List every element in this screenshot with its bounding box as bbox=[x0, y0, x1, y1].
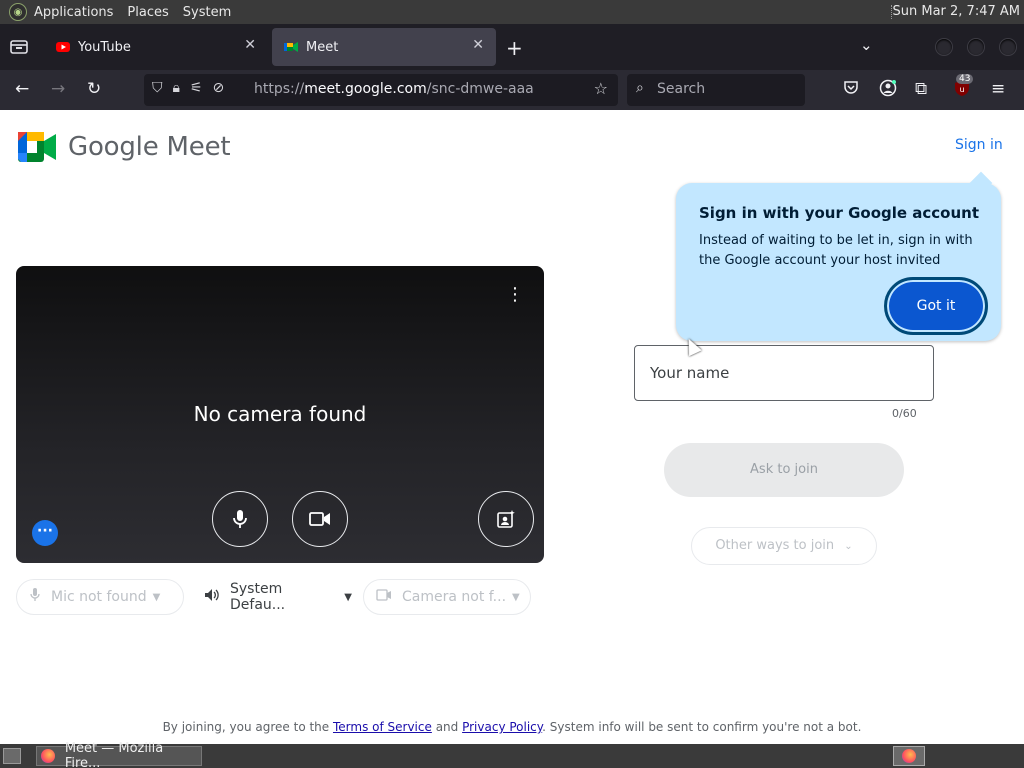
lock-icon[interactable]: 🔒︎ bbox=[173, 80, 180, 96]
bookmark-star-icon[interactable]: ☆ bbox=[594, 79, 608, 98]
tracking-shield-icon[interactable]: ⛉ bbox=[152, 80, 163, 96]
sign-in-link[interactable]: Sign in bbox=[955, 137, 1003, 153]
menu-applications[interactable]: Applications bbox=[34, 5, 113, 20]
show-desktop-icon[interactable] bbox=[3, 748, 21, 764]
menu-system[interactable]: System bbox=[183, 5, 231, 20]
tooltip-title: Sign in with your Google account bbox=[699, 204, 980, 222]
camera-label: Camera not f... bbox=[402, 589, 507, 605]
url-path: /snc-dmwe-aaa bbox=[426, 81, 534, 97]
brand-wordmark: Google Meet bbox=[68, 132, 231, 162]
firefox-icon bbox=[902, 749, 916, 763]
tab-meet[interactable]: Meet ✕ bbox=[272, 28, 496, 66]
footer-and: and bbox=[431, 720, 463, 734]
no-camera-message: No camera found bbox=[193, 402, 367, 426]
reload-icon[interactable]: ↻ bbox=[87, 79, 101, 99]
legal-footer: By joining, you agree to the Terms of Se… bbox=[0, 720, 1024, 734]
pocket-icon[interactable] bbox=[843, 79, 859, 100]
speaker-select[interactable]: System Defau... ▼ bbox=[192, 579, 352, 615]
google-meet-icon bbox=[284, 42, 298, 52]
menu-places[interactable]: Places bbox=[127, 5, 168, 20]
camera-blocked-icon[interactable]: ⊘ bbox=[213, 80, 225, 96]
firefox-icon bbox=[41, 749, 55, 763]
got-it-button[interactable]: Got it bbox=[884, 277, 988, 335]
ask-to-join-button[interactable]: Ask to join bbox=[664, 443, 904, 497]
google-meet-logo[interactable]: Google Meet bbox=[18, 132, 231, 162]
back-arrow-icon[interactable]: ← bbox=[15, 79, 29, 99]
account-icon[interactable] bbox=[879, 79, 897, 102]
top-panel: ◉ Applications Places System Sun Mar 2, … bbox=[0, 0, 1024, 24]
taskbar-window-title: Meet — Mozilla Fire... bbox=[64, 741, 164, 768]
speaker-label: System Defau... bbox=[230, 581, 286, 613]
footer-prefix: By joining, you agree to the bbox=[162, 720, 333, 734]
forward-arrow-icon[interactable]: → bbox=[51, 79, 65, 99]
video-camera-icon bbox=[376, 589, 392, 605]
maximize-window-button[interactable] bbox=[968, 39, 984, 55]
your-name-input[interactable] bbox=[634, 345, 934, 401]
search-placeholder: Search bbox=[657, 81, 706, 97]
caret-down-icon: ▼ bbox=[152, 591, 161, 603]
microphone-icon bbox=[29, 587, 41, 607]
permissions-icon[interactable]: ⚟ bbox=[190, 80, 203, 96]
close-tab-icon[interactable]: ✕ bbox=[472, 37, 484, 53]
footer-suffix: . System info will be sent to confirm yo… bbox=[542, 720, 862, 734]
youtube-icon bbox=[56, 42, 70, 52]
caret-down-icon: ▼ bbox=[512, 591, 520, 603]
camera-select[interactable]: Camera not f... ▼ bbox=[363, 579, 531, 615]
tooltip-tail bbox=[969, 171, 993, 195]
url-scheme: https:// bbox=[254, 81, 305, 97]
clock[interactable]: Sun Mar 2, 7:47 AM bbox=[893, 4, 1021, 19]
tab-title: YouTube bbox=[78, 39, 131, 55]
more-options-icon[interactable]: ⋮ bbox=[506, 286, 524, 304]
microphone-icon bbox=[233, 510, 247, 528]
bottom-taskbar: Meet — Mozilla Fire... bbox=[0, 741, 1024, 768]
terms-of-service-link[interactable]: Terms of Service bbox=[333, 720, 432, 734]
minimize-window-button[interactable] bbox=[936, 39, 952, 55]
tab-youtube[interactable]: YouTube ✕ bbox=[44, 28, 268, 66]
other-ways-to-join-button[interactable]: Other ways to join ⌄ bbox=[691, 527, 877, 565]
extensions-puzzle-icon[interactable]: ⧉ bbox=[915, 79, 927, 99]
hamburger-menu-icon[interactable]: ≡ bbox=[991, 79, 1005, 99]
mic-select[interactable]: Mic not found ▼ bbox=[16, 579, 184, 615]
tab-title: Meet bbox=[306, 39, 339, 55]
search-icon: ⌕ bbox=[636, 80, 644, 96]
google-meet-logo-icon bbox=[18, 132, 56, 162]
privacy-policy-link[interactable]: Privacy Policy bbox=[462, 720, 542, 734]
ublock-badge: 43 bbox=[956, 74, 974, 84]
sign-in-tooltip: Sign in with your Google account Instead… bbox=[676, 171, 1001, 341]
new-tab-plus-icon[interactable]: + bbox=[506, 36, 523, 60]
url-host: meet.google.com bbox=[304, 81, 427, 97]
speaker-icon bbox=[204, 588, 220, 606]
workspace-switcher[interactable] bbox=[893, 746, 925, 766]
svg-text:u: u bbox=[959, 85, 964, 94]
chevron-down-icon[interactable]: ⌄ bbox=[860, 36, 873, 54]
tab-strip: YouTube ✕ Meet ✕ + ⌄ bbox=[0, 24, 1024, 70]
tooltip-body: Instead of waiting to be let in, sign in… bbox=[699, 233, 973, 268]
mic-label: Mic not found bbox=[51, 589, 147, 605]
url-bar[interactable]: ⛉ 🔒︎ ⚟ ⊘ https://meet.google.com/snc-dmw… bbox=[144, 74, 618, 106]
taskbar-window-firefox[interactable]: Meet — Mozilla Fire... bbox=[36, 741, 202, 768]
microphone-toggle-button[interactable] bbox=[212, 491, 268, 547]
navigation-toolbar: ← → ↻ ⛉ 🔒︎ ⚟ ⊘ https://meet.google.com/s… bbox=[0, 70, 1024, 110]
camera-toggle-button[interactable] bbox=[292, 491, 348, 547]
other-ways-label: Other ways to join bbox=[715, 538, 835, 553]
video-camera-icon bbox=[309, 512, 330, 526]
distro-logo-icon[interactable]: ◉ bbox=[9, 3, 27, 21]
visual-effects-button[interactable] bbox=[478, 491, 534, 547]
visual-effects-icon bbox=[497, 510, 515, 528]
tab-overview-icon[interactable] bbox=[10, 38, 30, 56]
chevron-down-icon: ⌄ bbox=[844, 541, 853, 552]
camera-preview: ⋮ No camera found ··· bbox=[16, 266, 544, 563]
search-bar[interactable]: ⌕ Search bbox=[627, 74, 805, 106]
close-window-button[interactable] bbox=[1000, 39, 1016, 55]
close-tab-icon[interactable]: ✕ bbox=[244, 37, 256, 53]
url-text[interactable]: https://meet.google.com/snc-dmwe-aaa bbox=[254, 81, 534, 97]
more-effects-dots-icon[interactable]: ··· bbox=[32, 520, 58, 546]
name-char-count: 0/60 bbox=[892, 407, 917, 420]
meet-page: Google Meet Sign in ⋮ No camera found ··… bbox=[0, 110, 1024, 744]
caret-down-icon: ▼ bbox=[344, 591, 352, 603]
